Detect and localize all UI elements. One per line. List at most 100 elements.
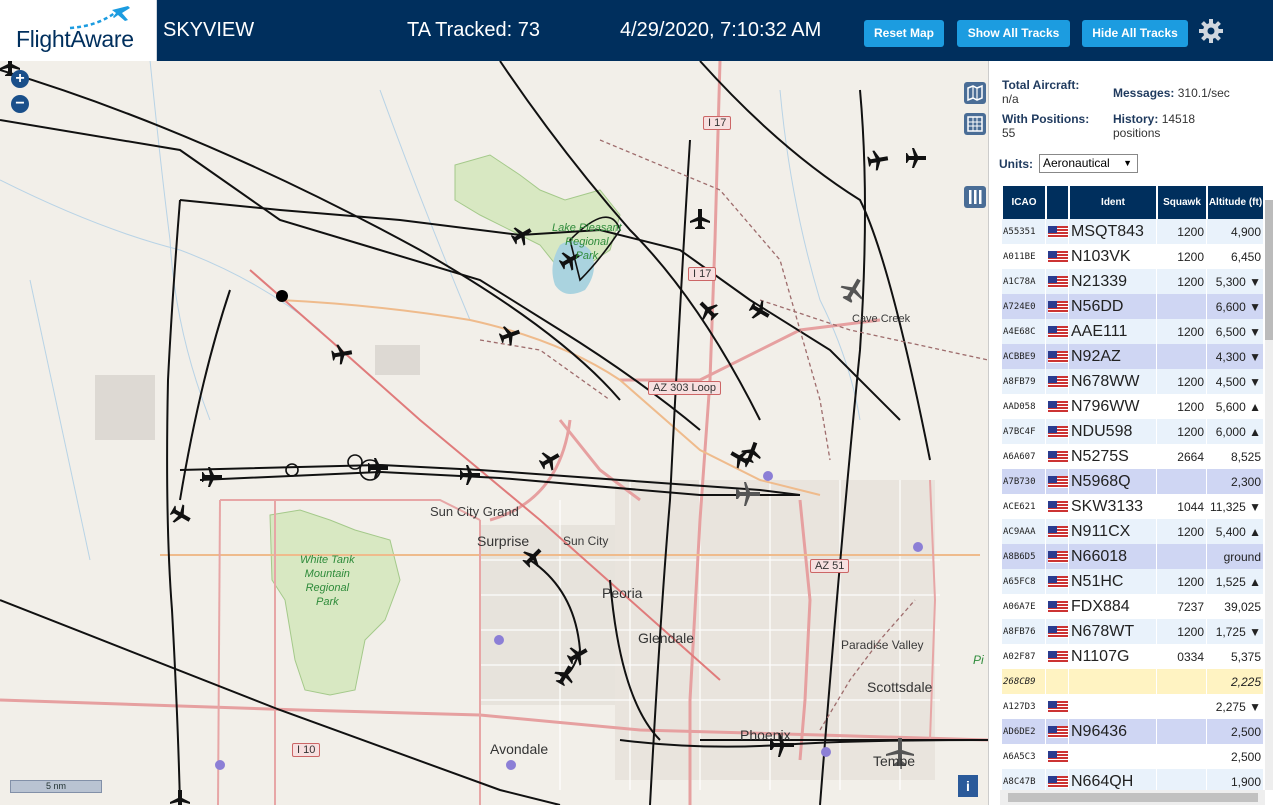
cell-flag — [1046, 444, 1068, 469]
aircraft-row[interactable]: A011BE N103VK 1200 6,450 — [1002, 244, 1263, 269]
aircraft-row[interactable]: A8FB79 N678WW 1200 4,500 ▼ — [1002, 369, 1263, 394]
map-info-button[interactable]: i — [958, 775, 978, 797]
us-flag-icon — [1048, 650, 1068, 663]
cell-squawk: 1200 — [1157, 619, 1206, 644]
shield-i10: I 10 — [292, 743, 321, 757]
aircraft-row[interactable]: AAD058 N796WW 1200 5,600 ▲ — [1002, 394, 1263, 419]
cell-icao: A06A7E — [1002, 594, 1045, 619]
cell-flag — [1046, 644, 1068, 669]
gear-icon[interactable] — [1198, 18, 1224, 44]
total-aircraft-stat: Total Aircraft: n/a — [1002, 78, 1079, 106]
col-icao[interactable]: ICAO — [1002, 186, 1045, 219]
shield-az51: AZ 51 — [810, 559, 850, 573]
aircraft-row[interactable]: A127D3 2,275 ▼ — [1002, 694, 1263, 719]
panel-horizontal-scrollbar[interactable] — [1000, 790, 1265, 805]
cell-altitude: 2,500 — [1207, 719, 1263, 744]
place-paradise-valley: Paradise Valley — [841, 638, 924, 652]
cell-icao: A02F87 — [1002, 644, 1045, 669]
zoom-in-button[interactable]: + — [11, 70, 29, 88]
aircraft-row[interactable]: A8B6D5 N66018 ground — [1002, 544, 1263, 569]
panel-vertical-scrollbar[interactable] — [1265, 200, 1273, 790]
aircraft-row[interactable]: A7B730 N5968Q 2,300 — [1002, 469, 1263, 494]
cell-ident: FDX884 — [1069, 594, 1156, 619]
place-tempe: Tempe — [873, 753, 916, 769]
hide-all-tracks-button[interactable]: Hide All Tracks — [1082, 20, 1188, 47]
aircraft-row[interactable]: A6A607 N5275S 2664 8,525 — [1002, 444, 1263, 469]
units-select[interactable]: Aeronautical ▼ — [1039, 154, 1138, 173]
cell-flag — [1046, 244, 1068, 269]
cell-ident: AAE111 — [1069, 319, 1156, 344]
reset-map-button[interactable]: Reset Map — [864, 20, 944, 47]
columns-toggle-button[interactable] — [964, 186, 986, 208]
map-basemap — [0, 61, 988, 805]
cell-icao: A7BC4F — [1002, 419, 1045, 444]
col-altitude[interactable]: Altitude (ft) — [1207, 186, 1263, 219]
aircraft-row[interactable]: A65FC8 N51HC 1200 1,525 ▲ — [1002, 569, 1263, 594]
show-all-tracks-button[interactable]: Show All Tracks — [957, 20, 1070, 47]
us-flag-icon — [1048, 750, 1068, 763]
cell-squawk: 1200 — [1157, 569, 1206, 594]
aircraft-row[interactable]: A8FB76 N678WT 1200 1,725 ▼ — [1002, 619, 1263, 644]
place-lake-pleasant-line-2: Regional — [565, 236, 609, 248]
col-squawk[interactable]: Squawk — [1157, 186, 1206, 219]
aircraft-row[interactable]: A06A7E FDX884 7237 39,025 — [1002, 594, 1263, 619]
shield-az303: AZ 303 Loop — [648, 381, 721, 395]
aircraft-row[interactable]: ACE621 SKW3133 1044 11,325 ▼ — [1002, 494, 1263, 519]
aircraft-row[interactable]: AC9AAA N911CX 1200 5,400 ▲ — [1002, 519, 1263, 544]
vertical-scroll-thumb[interactable] — [1265, 200, 1273, 340]
aircraft-row[interactable]: AD6DE2 N96436 2,500 — [1002, 719, 1263, 744]
cell-altitude: 11,325 ▼ — [1207, 494, 1263, 519]
cell-squawk — [1157, 744, 1206, 769]
cell-icao: A6A5C3 — [1002, 744, 1045, 769]
cell-squawk: 0334 — [1157, 644, 1206, 669]
us-flag-icon — [1048, 325, 1068, 338]
cell-flag — [1046, 369, 1068, 394]
cell-squawk: 1200 — [1157, 519, 1206, 544]
zoom-out-button[interactable]: − — [11, 95, 29, 113]
aircraft-row[interactable]: A724E0 N56DD 6,600 ▼ — [1002, 294, 1263, 319]
col-flag[interactable] — [1046, 186, 1068, 219]
aircraft-row[interactable]: A6A5C3 2,500 — [1002, 744, 1263, 769]
positions-label: With Positions: — [1002, 112, 1090, 126]
app-title: SKYVIEW — [163, 19, 255, 41]
cell-flag — [1046, 219, 1068, 244]
messages-stat: Messages: 310.1/sec — [1113, 86, 1230, 100]
cell-altitude: 4,900 — [1207, 219, 1263, 244]
place-scottsdale: Scottsdale — [867, 679, 933, 695]
cell-altitude: 2,275 ▼ — [1207, 694, 1263, 719]
aircraft-row[interactable]: ACBBE9 N92AZ 4,300 ▼ — [1002, 344, 1263, 369]
aircraft-table-body: A55351 MSQT843 1200 4,900 A011BE N103VK 1200 6,… — [1002, 219, 1263, 794]
cell-flag — [1046, 544, 1068, 569]
shield-i17-south: I 17 — [688, 267, 717, 281]
us-flag-icon — [1048, 450, 1068, 463]
cell-icao: ACE621 — [1002, 494, 1045, 519]
history-label: History: — [1113, 112, 1159, 126]
map-view[interactable]: Lake Pleasant Regional Park Cave Creek S… — [0, 61, 988, 805]
tracked-count: TA Tracked: 73 — [407, 19, 541, 41]
cell-ident: N796WW — [1069, 394, 1156, 419]
cell-ident: N92AZ — [1069, 344, 1156, 369]
col-ident[interactable]: Ident — [1069, 186, 1156, 219]
grid-toggle-button[interactable] — [964, 113, 986, 135]
cell-ident: N5968Q — [1069, 469, 1156, 494]
aircraft-row[interactable]: A7BC4F NDU598 1200 6,000 ▲ — [1002, 419, 1263, 444]
cell-flag — [1046, 519, 1068, 544]
horizontal-scroll-thumb[interactable] — [1008, 793, 1258, 802]
flightaware-logo[interactable]: FlightAware — [0, 0, 157, 61]
aircraft-row[interactable]: A02F87 N1107G 0334 5,375 — [1002, 644, 1263, 669]
map-layers-button[interactable] — [964, 82, 986, 104]
us-flag-icon — [1048, 375, 1068, 388]
cell-icao: AD6DE2 — [1002, 719, 1045, 744]
positions-value: 55 — [1002, 126, 1016, 140]
cell-icao: A8FB79 — [1002, 369, 1045, 394]
aircraft-row[interactable]: 268CB9 2,225 — [1002, 669, 1263, 694]
cell-ident: N51HC — [1069, 569, 1156, 594]
columns-icon — [969, 190, 982, 204]
place-lake-pleasant-line-3: Park — [575, 250, 599, 262]
aircraft-row[interactable]: A4E68C AAE111 1200 6,500 ▼ — [1002, 319, 1263, 344]
cell-flag — [1046, 469, 1068, 494]
messages-value: 310.1/sec — [1177, 86, 1230, 100]
aircraft-row[interactable]: A55351 MSQT843 1200 4,900 — [1002, 219, 1263, 244]
cell-flag — [1046, 569, 1068, 594]
aircraft-row[interactable]: A1C78A N21339 1200 5,300 ▼ — [1002, 269, 1263, 294]
